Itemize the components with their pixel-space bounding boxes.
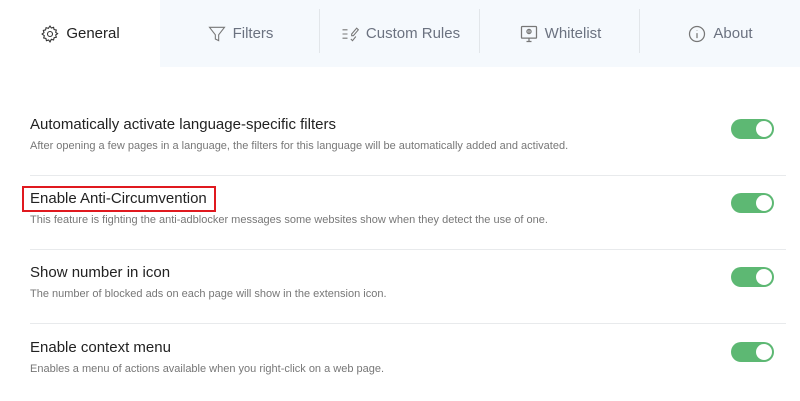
setting-description: Enables a menu of actions available when… — [30, 363, 385, 375]
tab-general[interactable]: General — [0, 0, 160, 67]
setting-description: This feature is fighting the anti-adbloc… — [30, 214, 548, 226]
setting-number-in-icon: Show number in icon The number of blocke… — [30, 264, 786, 324]
info-icon — [689, 25, 706, 42]
toggle-switch[interactable] — [731, 193, 774, 213]
tab-label: Custom Rules — [365, 25, 461, 42]
setting-language-filters: Automatically activate language-specific… — [30, 116, 786, 176]
tab-label: General — [66, 25, 120, 42]
gear-icon — [41, 24, 59, 43]
tab-label: About — [713, 25, 753, 42]
setting-description: After opening a few pages in a language,… — [30, 140, 569, 152]
list-edit-icon — [342, 26, 359, 41]
toggle-switch[interactable] — [731, 342, 774, 362]
setting-description: The number of blocked ads on each page w… — [30, 288, 387, 300]
tab-bar: General Filters Custom Rules Whitelist A… — [0, 0, 800, 67]
toggle-switch[interactable] — [731, 267, 774, 287]
tab-filters[interactable]: Filters — [160, 0, 320, 67]
tab-label: Filters — [232, 25, 274, 42]
highlight-box — [22, 186, 216, 212]
tab-label: Whitelist — [544, 25, 602, 42]
tab-custom-rules[interactable]: Custom Rules — [320, 0, 480, 67]
setting-title: Enable context menu — [30, 339, 171, 356]
setting-context-menu: Enable context menu Enables a menu of ac… — [30, 339, 786, 399]
setting-title: Show number in icon — [30, 264, 171, 281]
toggle-switch[interactable] — [731, 119, 774, 139]
setting-title: Automatically activate language-specific… — [30, 116, 336, 133]
tab-about[interactable]: About — [640, 0, 800, 67]
filter-icon — [207, 26, 226, 42]
monitor-icon — [520, 25, 537, 42]
tab-whitelist[interactable]: Whitelist — [480, 0, 640, 67]
